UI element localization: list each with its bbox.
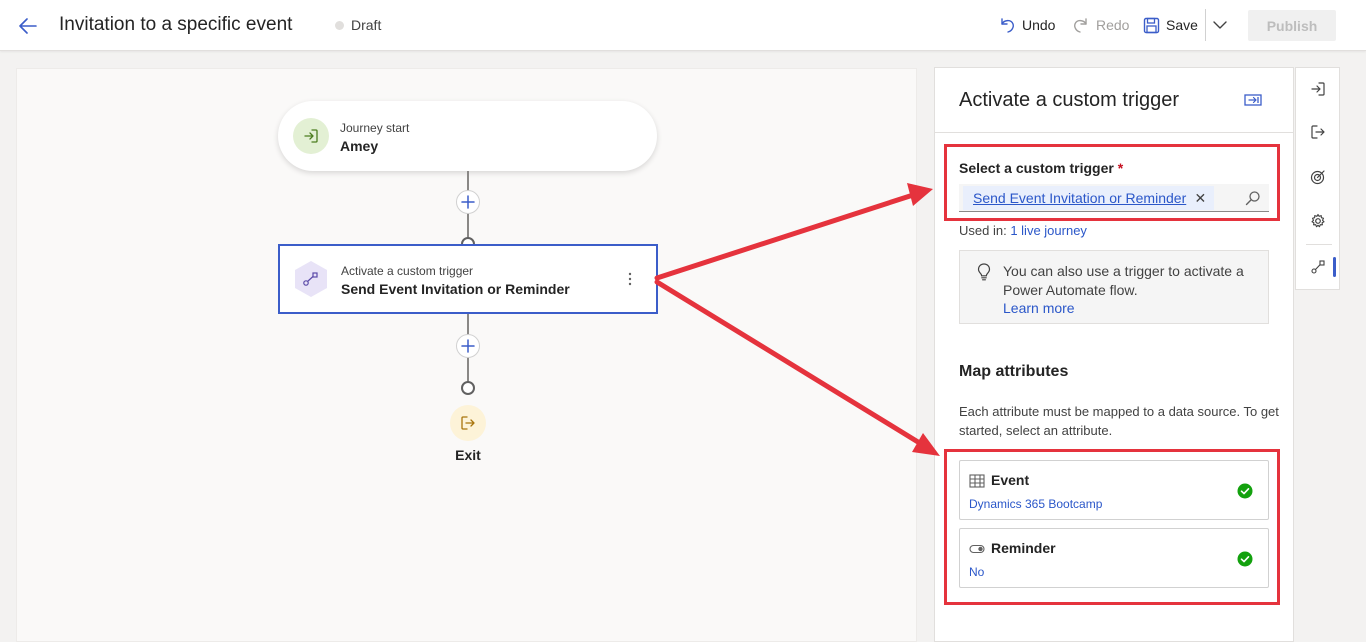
rail-enter-button[interactable] <box>1306 77 1330 101</box>
chevron-down-icon <box>1213 21 1227 29</box>
attribute-value: No <box>969 565 985 579</box>
panel-title: Activate a custom trigger <box>959 89 1180 111</box>
toggle-icon <box>969 544 985 554</box>
journey-start-node[interactable]: Journey start Amey <box>278 101 657 171</box>
rail-active-indicator <box>1333 257 1336 277</box>
attribute-card-reminder[interactable]: Reminder No <box>959 528 1269 588</box>
undo-icon <box>1001 18 1014 33</box>
journey-canvas[interactable]: Journey start Amey Activate a custom tri… <box>16 68 917 642</box>
arrow-left-icon <box>19 18 37 34</box>
save-button[interactable]: Save <box>1143 13 1198 37</box>
connector-node <box>461 381 475 395</box>
selected-trigger-chip[interactable]: Send Event Invitation or Reminder ✕ <box>963 186 1215 210</box>
plus-icon <box>461 339 475 353</box>
required-mark: * <box>1117 160 1124 176</box>
toolbar-divider <box>1205 9 1206 41</box>
enter-icon <box>1311 82 1325 96</box>
panel-divider <box>935 132 1293 133</box>
remove-trigger-icon[interactable]: ✕ <box>1195 190 1207 207</box>
start-node-title: Amey <box>340 138 379 154</box>
attribute-value: Dynamics 365 Bootcamp <box>969 497 1103 511</box>
used-in-label: Used in: <box>959 223 1007 238</box>
selected-trigger-value[interactable]: Send Event Invitation or Reminder <box>973 190 1186 206</box>
right-tool-rail <box>1295 67 1340 290</box>
redo-icon <box>1074 18 1087 33</box>
undo-button[interactable]: Undo <box>998 13 1055 37</box>
exit-icon <box>461 416 475 430</box>
field-label-text: Select a custom trigger <box>959 160 1114 176</box>
rail-settings-button[interactable] <box>1306 209 1330 233</box>
used-in-text: Used in: 1 live journey <box>959 223 1087 238</box>
table-icon <box>969 474 985 488</box>
trigger-icon <box>295 261 327 297</box>
top-toolbar: Invitation to a specific event Draft Und… <box>0 0 1366 51</box>
trigger-node-title: Send Event Invitation or Reminder <box>341 281 570 297</box>
publish-button[interactable]: Publish <box>1248 10 1336 41</box>
gear-icon <box>1311 213 1325 228</box>
status-dot <box>335 21 344 30</box>
start-node-subtitle: Journey start <box>340 121 410 135</box>
live-journey-link[interactable]: 1 live journey <box>1010 223 1087 238</box>
redo-button[interactable]: Redo <box>1072 13 1129 37</box>
info-message: You can also use a trigger to activate a… <box>959 250 1269 324</box>
more-options-icon[interactable] <box>622 270 638 288</box>
attribute-name: Reminder <box>991 540 1056 556</box>
custom-trigger-node[interactable]: Activate a custom trigger Send Event Inv… <box>278 244 658 314</box>
info-text: You can also use a trigger to activate a… <box>1003 263 1244 298</box>
redo-label: Redo <box>1096 17 1130 33</box>
rail-exit-button[interactable] <box>1306 120 1330 144</box>
add-step-button[interactable] <box>456 334 480 358</box>
exit-node[interactable] <box>450 405 486 441</box>
trigger-node-subtitle: Activate a custom trigger <box>341 264 474 278</box>
rail-divider <box>1306 244 1332 245</box>
custom-trigger-field-label: Select a custom trigger * <box>959 160 1123 176</box>
properties-panel: Activate a custom trigger Select a custo… <box>934 67 1294 642</box>
rail-trigger-button[interactable] <box>1306 255 1330 279</box>
trigger-icon <box>1311 260 1325 274</box>
journey-start-icon <box>293 118 329 154</box>
page-title: Invitation to a specific event <box>59 14 293 35</box>
dock-panel-icon[interactable] <box>1243 92 1263 108</box>
back-button[interactable] <box>14 12 42 40</box>
target-icon <box>1310 170 1325 185</box>
check-circle-icon <box>1237 483 1253 499</box>
learn-more-link[interactable]: Learn more <box>1003 300 1075 316</box>
map-attributes-title: Map attributes <box>959 363 1069 380</box>
add-step-button[interactable] <box>456 190 480 214</box>
search-icon[interactable] <box>1245 190 1261 206</box>
map-attributes-description: Each attribute must be mapped to a data … <box>959 404 1279 438</box>
save-options-button[interactable] <box>1211 14 1229 36</box>
attribute-name: Event <box>991 472 1030 488</box>
exit-node-label: Exit <box>455 447 481 463</box>
save-label: Save <box>1166 17 1198 33</box>
custom-trigger-lookup[interactable]: Send Event Invitation or Reminder ✕ <box>959 184 1269 212</box>
undo-label: Undo <box>1022 17 1056 33</box>
save-icon <box>1143 17 1160 33</box>
plus-icon <box>461 195 475 209</box>
exit-icon <box>1311 125 1325 139</box>
status-badge: Draft <box>351 17 382 33</box>
attribute-card-event[interactable]: Event Dynamics 365 Bootcamp <box>959 460 1269 520</box>
lightbulb-icon <box>977 263 991 281</box>
check-circle-icon <box>1237 551 1253 567</box>
rail-goal-button[interactable] <box>1306 165 1330 189</box>
